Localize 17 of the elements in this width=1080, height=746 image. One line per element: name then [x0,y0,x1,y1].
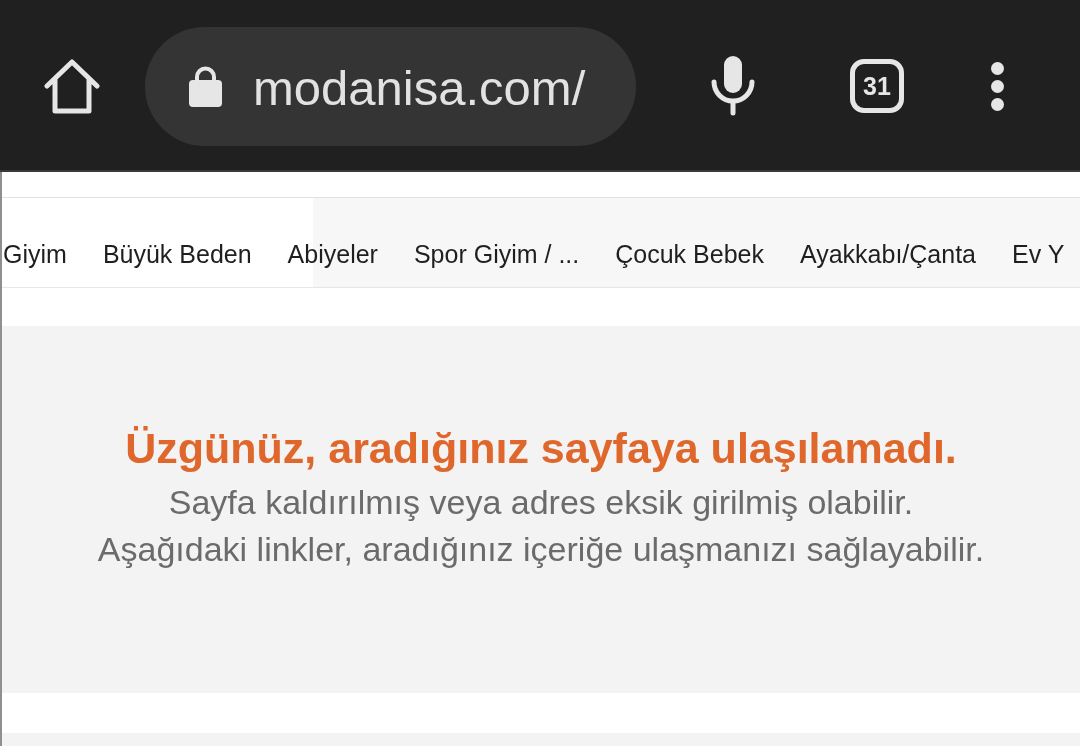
category-link[interactable]: Spor Giyim / ... [413,240,580,269]
category-link[interactable]: Abiyeler [287,240,378,269]
error-message: Sayfa kaldırılmış veya adres eksik girilmiş olabilir. [168,482,914,523]
microphone-icon[interactable] [711,56,755,116]
category-link[interactable]: Giyim [3,240,67,269]
url-text: modanisa.com/ [253,60,586,116]
tab-count-button[interactable]: 31 [850,59,904,113]
error-message: Aşağıdaki linkler, aradığınız içeriğe ulaşmanızı sağlayabilir. [97,529,985,570]
category-link[interactable]: Büyük Beden [102,240,252,269]
lock-icon [188,65,223,107]
error-title: Üzgünüz, aradığınız sayfaya ulaşılamadı. [125,423,957,474]
category-link[interactable]: Ayakkabı/Çanta [799,240,976,269]
address-bar[interactable]: modanisa.com/ [145,26,636,146]
category-link[interactable]: Ev Y [1012,240,1065,269]
more-options-icon[interactable] [991,61,1004,111]
home-icon[interactable] [44,58,100,114]
category-link[interactable]: Çocuk Bebek [615,240,764,269]
